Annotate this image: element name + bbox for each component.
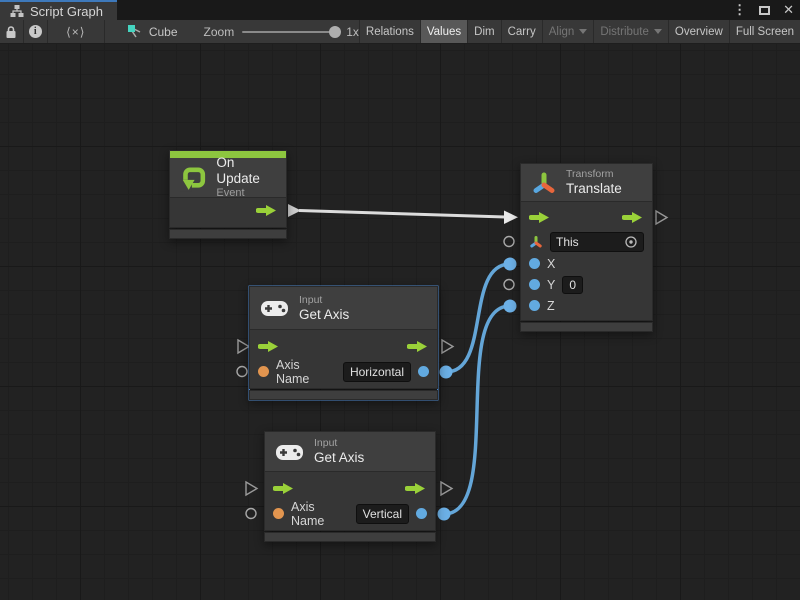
node-footer [265, 533, 435, 541]
window-menu-icon[interactable]: ⋮ [733, 2, 746, 18]
wire-endpoint[interactable] [438, 508, 451, 521]
x-input-port[interactable] [529, 258, 540, 269]
zoom-label: Zoom [204, 25, 235, 39]
zoom-control: Zoom 1x [204, 20, 359, 43]
axis-name-input-port[interactable] [258, 366, 269, 377]
transform-gizmo-icon [531, 170, 557, 196]
info-button[interactable]: i [24, 20, 47, 43]
axis-name-input-port[interactable] [273, 508, 284, 519]
chevron-down-icon [654, 29, 662, 34]
node-footer [521, 323, 652, 331]
node-get-axis-vertical[interactable]: Input Get Axis [265, 432, 435, 541]
wire-endpoint[interactable] [504, 300, 517, 313]
transform-port-icon[interactable] [529, 235, 543, 249]
node-footer [250, 391, 437, 399]
control-input-port[interactable] [258, 340, 280, 353]
tab-title: Script Graph [30, 4, 103, 19]
value-wire-vertical-z [444, 306, 510, 514]
values-button[interactable]: Values [420, 20, 467, 43]
value-output-port[interactable] [416, 508, 427, 519]
node-subtitle: Event [216, 187, 276, 200]
axis-name-field[interactable]: Vertical [356, 504, 409, 524]
graph-breadcrumb-icon [127, 24, 143, 40]
control-output-port[interactable] [256, 204, 278, 217]
dim-button[interactable]: Dim [467, 20, 500, 43]
node-translate[interactable]: Transform Translate [521, 164, 652, 331]
control-output-port[interactable] [405, 482, 427, 495]
node-category: Input [314, 437, 364, 450]
lock-icon [5, 25, 17, 39]
value-port-connector[interactable] [246, 509, 256, 519]
value-port-connector[interactable] [504, 280, 514, 290]
control-wire [299, 211, 505, 218]
y-input-port[interactable] [529, 279, 540, 290]
align-button[interactable]: Align [542, 20, 594, 43]
node-on-update[interactable]: On Update Event [170, 151, 286, 238]
axis-name-label: Axis Name [291, 500, 349, 528]
carry-button[interactable]: Carry [501, 20, 542, 43]
axis-name-label: Axis Name [276, 358, 336, 386]
gamepad-icon [275, 441, 305, 463]
lock-button[interactable] [0, 20, 23, 43]
control-port-connector[interactable] [442, 340, 453, 353]
self-target-field[interactable]: This [550, 232, 644, 252]
control-port-connector[interactable] [246, 482, 257, 495]
graph-canvas[interactable]: On Update Event [0, 44, 800, 600]
wire-endpoint[interactable] [504, 258, 517, 271]
disconnect-button[interactable]: ⟨×⟩ [48, 20, 104, 43]
control-wire-arrowhead [504, 211, 518, 225]
close-icon[interactable]: ✕ [783, 2, 794, 18]
relations-button[interactable]: Relations [359, 20, 420, 43]
value-output-port[interactable] [418, 366, 429, 377]
toolbar-toggles: Relations Values Dim Carry Align Distrib… [359, 20, 800, 43]
value-wire-horizontal-x [446, 264, 510, 372]
wire-endpoint[interactable] [440, 366, 453, 379]
zoom-value: 1x [346, 25, 359, 39]
control-input-port[interactable] [273, 482, 295, 495]
zoom-slider-handle[interactable] [329, 26, 341, 38]
y-value-field[interactable]: 0 [562, 276, 583, 294]
node-footer [170, 230, 286, 238]
breadcrumb[interactable]: Cube [123, 20, 182, 43]
info-icon: i [29, 25, 42, 38]
breadcrumb-label: Cube [149, 25, 178, 39]
control-port-connector[interactable] [656, 211, 667, 224]
toolbar: i ⟨×⟩ Cube Zoom 1x Relations Values Dim … [0, 20, 800, 44]
axis-name-field[interactable]: Horizontal [343, 362, 411, 382]
control-port-connector[interactable] [441, 482, 452, 495]
fullscreen-button[interactable]: Full Screen [729, 20, 800, 43]
tab-script-graph[interactable]: Script Graph [0, 0, 117, 20]
port-label-z: Z [547, 299, 555, 313]
node-category: Input [299, 294, 349, 307]
node-title: Get Axis [299, 307, 349, 323]
window-controls: ⋮ ✕ [733, 0, 794, 20]
control-output-port[interactable] [407, 340, 429, 353]
port-label-y: Y [547, 278, 555, 292]
value-port-connector[interactable] [237, 367, 247, 377]
control-output-port[interactable] [622, 211, 644, 224]
object-picker-icon[interactable] [624, 235, 638, 249]
on-update-loop-icon [180, 163, 207, 193]
value-port-connector[interactable] [504, 237, 514, 247]
control-input-port[interactable] [529, 211, 551, 224]
gamepad-icon [260, 297, 290, 319]
port-label-x: X [547, 257, 555, 271]
node-category: Transform [566, 168, 622, 181]
graph-hierarchy-icon [10, 4, 24, 18]
overview-button[interactable]: Overview [668, 20, 729, 43]
distribute-button[interactable]: Distribute [593, 20, 668, 43]
zoom-slider[interactable] [242, 31, 338, 33]
chevron-down-icon [579, 29, 587, 34]
script-graph-window: Script Graph ⋮ ✕ i ⟨×⟩ Cube [0, 0, 800, 600]
node-title: Get Axis [314, 450, 364, 466]
tab-bar: Script Graph ⋮ ✕ [0, 0, 800, 20]
maximize-icon[interactable] [759, 6, 770, 15]
toolbar-divider [104, 20, 105, 43]
control-port-connector[interactable] [238, 340, 249, 353]
node-title: Translate [566, 181, 622, 197]
node-title: On Update [216, 155, 276, 187]
z-input-port[interactable] [529, 300, 540, 311]
node-get-axis-horizontal[interactable]: Input Get Axis [250, 287, 437, 399]
